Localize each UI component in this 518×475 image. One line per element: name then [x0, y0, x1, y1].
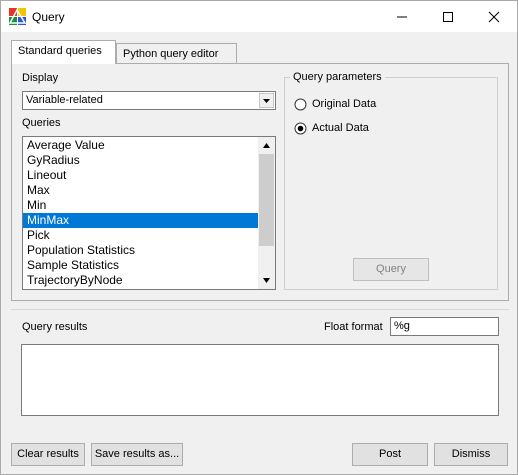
dismiss-button[interactable]: Dismiss	[434, 443, 508, 466]
separator	[11, 309, 509, 310]
save-results-button[interactable]: Save results as...	[91, 443, 183, 466]
clear-results-button[interactable]: Clear results	[11, 443, 85, 466]
tab-standard-queries[interactable]: Standard queries	[11, 40, 116, 64]
scrollbar-thumb[interactable]	[259, 154, 274, 246]
scroll-down-icon[interactable]	[258, 272, 275, 289]
list-item[interactable]: Average Value	[23, 138, 259, 153]
queries-label: Queries	[22, 117, 61, 129]
query-parameters-title: Query parameters	[290, 71, 385, 83]
visit-app-icon	[9, 8, 26, 25]
list-item[interactable]: Pick	[23, 228, 259, 243]
title-bar: Query	[1, 1, 517, 32]
radio-original-data[interactable]	[294, 98, 307, 111]
radio-original-data-label[interactable]: Original Data	[312, 98, 376, 110]
query-results-label: Query results	[22, 321, 88, 333]
query-results-textarea[interactable]	[21, 344, 499, 416]
minimize-button[interactable]	[379, 1, 425, 32]
close-icon	[488, 11, 500, 23]
float-format-label: Float format	[324, 321, 383, 333]
queries-list-items: Average Value GyRadius Lineout Max Min MinMax…	[23, 138, 259, 288]
close-button[interactable]	[471, 1, 517, 32]
scroll-up-icon[interactable]	[258, 137, 275, 154]
list-item[interactable]: Lineout	[23, 168, 259, 183]
list-item[interactable]: Max	[23, 183, 259, 198]
chevron-down-icon[interactable]	[259, 93, 274, 108]
maximize-icon	[443, 12, 453, 22]
window-title: Query	[32, 10, 65, 24]
list-item[interactable]: MinMax	[23, 213, 259, 228]
list-item[interactable]: Population Statistics	[23, 243, 259, 258]
query-button[interactable]: Query	[353, 258, 429, 281]
radio-actual-data-label[interactable]: Actual Data	[312, 122, 369, 134]
list-item[interactable]: TrajectoryByNode	[23, 273, 259, 288]
maximize-button[interactable]	[425, 1, 471, 32]
post-button[interactable]: Post	[352, 443, 428, 466]
display-combobox[interactable]: Variable-related	[22, 91, 276, 110]
tab-python-query-editor[interactable]: Python query editor	[116, 43, 237, 64]
list-item[interactable]: GyRadius	[23, 153, 259, 168]
float-format-input[interactable]: %g	[390, 317, 499, 336]
radio-actual-data[interactable]	[294, 122, 307, 135]
query-window: Query Standard queries Python query edit…	[0, 0, 518, 475]
minimize-icon	[397, 16, 407, 18]
list-item[interactable]: Min	[23, 198, 259, 213]
queries-scrollbar[interactable]	[258, 137, 275, 289]
display-label: Display	[22, 72, 59, 84]
list-item[interactable]: Sample Statistics	[23, 258, 259, 273]
display-selected-value: Variable-related	[26, 94, 103, 106]
queries-list[interactable]: Average Value GyRadius Lineout Max Min MinMax…	[22, 136, 276, 290]
